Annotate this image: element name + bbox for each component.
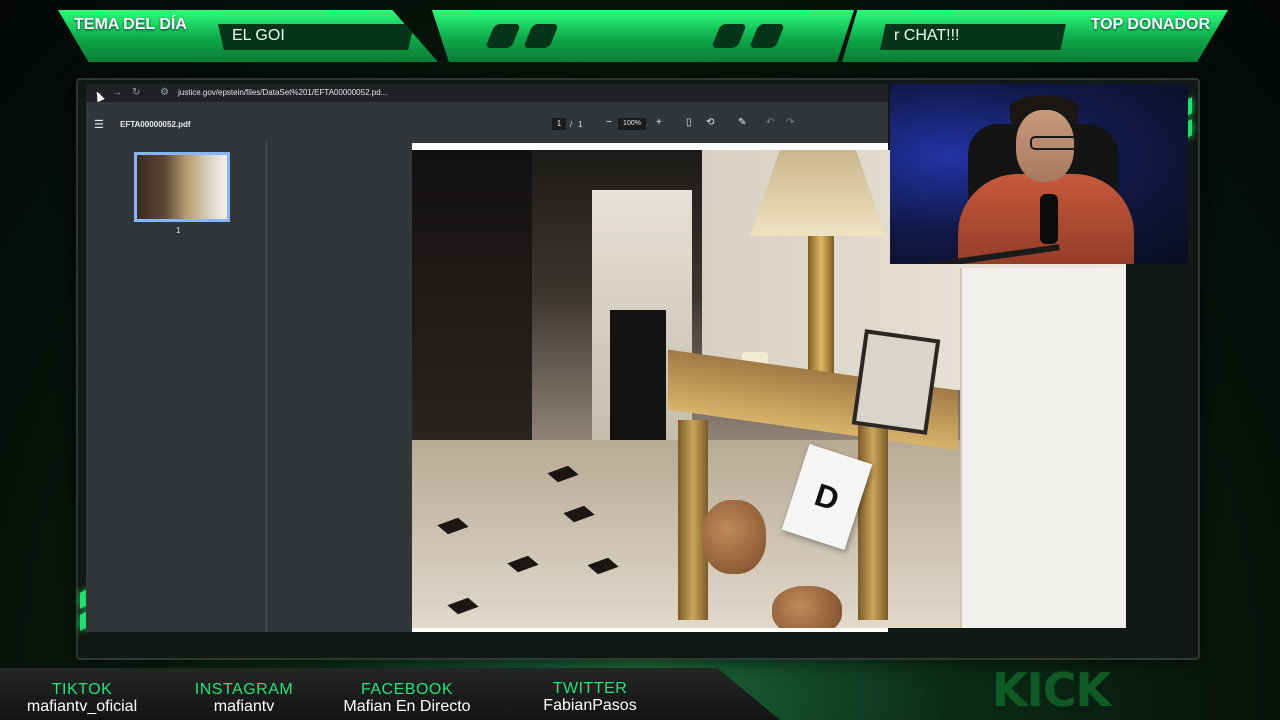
zoom-level-input[interactable]: 100%	[618, 118, 646, 130]
social-handle: mafiantv	[213, 698, 275, 715]
annotate-icon[interactable]: ✎	[738, 117, 746, 128]
microphone-icon	[1040, 194, 1058, 244]
figurine	[772, 586, 842, 628]
page-separator: /	[570, 120, 573, 129]
top-donor-value-box: r CHAT!!!	[880, 24, 1066, 50]
topic-value: EL GOI	[232, 27, 285, 44]
social-facebook: FACEBOOK Mafian En Directo	[322, 681, 492, 715]
kick-logo: KICK	[992, 663, 1111, 717]
page-number-input[interactable]: 1	[552, 118, 566, 130]
social-platform: TIKTOK	[51, 681, 113, 698]
rotate-icon[interactable]: ⟲	[706, 117, 714, 128]
site-settings-icon[interactable]: ⚙	[160, 87, 169, 98]
picture-frame	[851, 329, 941, 435]
address-bar: ← → ↻ ⚙ justice.gov/epstein/files/DataSe…	[86, 84, 888, 102]
social-instagram: INSTAGRAM mafiantv	[159, 681, 329, 715]
undo-icon[interactable]: ↶	[766, 117, 774, 128]
center-decor-panel	[432, 10, 854, 62]
fit-page-icon[interactable]: ▯	[686, 117, 692, 128]
social-handle: Mafian En Directo	[343, 698, 471, 715]
social-twitter: TWITTER FabianPasos	[505, 680, 675, 714]
table-leg	[858, 420, 888, 620]
top-donor-value: r CHAT!!!	[894, 27, 960, 44]
decor-pill	[711, 24, 747, 48]
fireplace-opening	[610, 310, 666, 460]
social-platform: TWITTER	[552, 680, 628, 697]
topic-panel: TEMA DEL DÍA EL GOI	[58, 10, 438, 62]
topic-title: TEMA DEL DÍA	[74, 16, 187, 33]
menu-icon[interactable]: ☰	[94, 118, 104, 131]
dark-doorway	[412, 150, 532, 480]
url-text[interactable]: justice.gov/epstein/files/DataSet%201/EF…	[178, 88, 387, 97]
page-thumbnail[interactable]	[134, 152, 230, 222]
decor-pill	[523, 24, 559, 48]
total-pages: 1	[578, 120, 583, 129]
streamer-webcam	[890, 84, 1188, 264]
thumbnail-page-label: 1	[176, 226, 181, 235]
decor-pill	[749, 24, 785, 48]
forward-arrow-icon[interactable]: →	[112, 87, 122, 98]
top-overlay-bar: TEMA DEL DÍA EL GOI TOP DONADOR r CHAT!!…	[0, 0, 1280, 76]
topic-value-box: EL GOI	[218, 24, 414, 50]
top-donor-title: TOP DONADOR	[1090, 16, 1210, 33]
top-donor-panel: TOP DONADOR r CHAT!!!	[842, 10, 1228, 62]
zoom-out-icon[interactable]: −	[606, 117, 612, 128]
pdf-file-name: EFTA00000052.pdf	[120, 120, 191, 129]
social-handle: mafiantv_oficial	[26, 698, 138, 715]
figurine	[702, 500, 766, 574]
social-platform: INSTAGRAM	[194, 681, 294, 698]
social-tiktok: TIKTOK mafiantv_oficial	[0, 681, 167, 715]
pdf-toolbar: ☰ EFTA00000052.pdf 1 / 1 − 100% + ▯ ⟲ ✎ …	[94, 112, 888, 138]
redo-icon[interactable]: ↷	[786, 117, 794, 128]
thumbnail-sidebar: 1	[94, 142, 267, 632]
zoom-in-icon[interactable]: +	[656, 117, 662, 128]
decor-pill	[485, 24, 521, 48]
reload-icon[interactable]: ↻	[132, 87, 140, 98]
glasses	[1030, 136, 1078, 150]
white-door	[960, 268, 1126, 628]
social-platform: FACEBOOK	[360, 681, 454, 698]
social-handle: FabianPasos	[543, 697, 637, 714]
